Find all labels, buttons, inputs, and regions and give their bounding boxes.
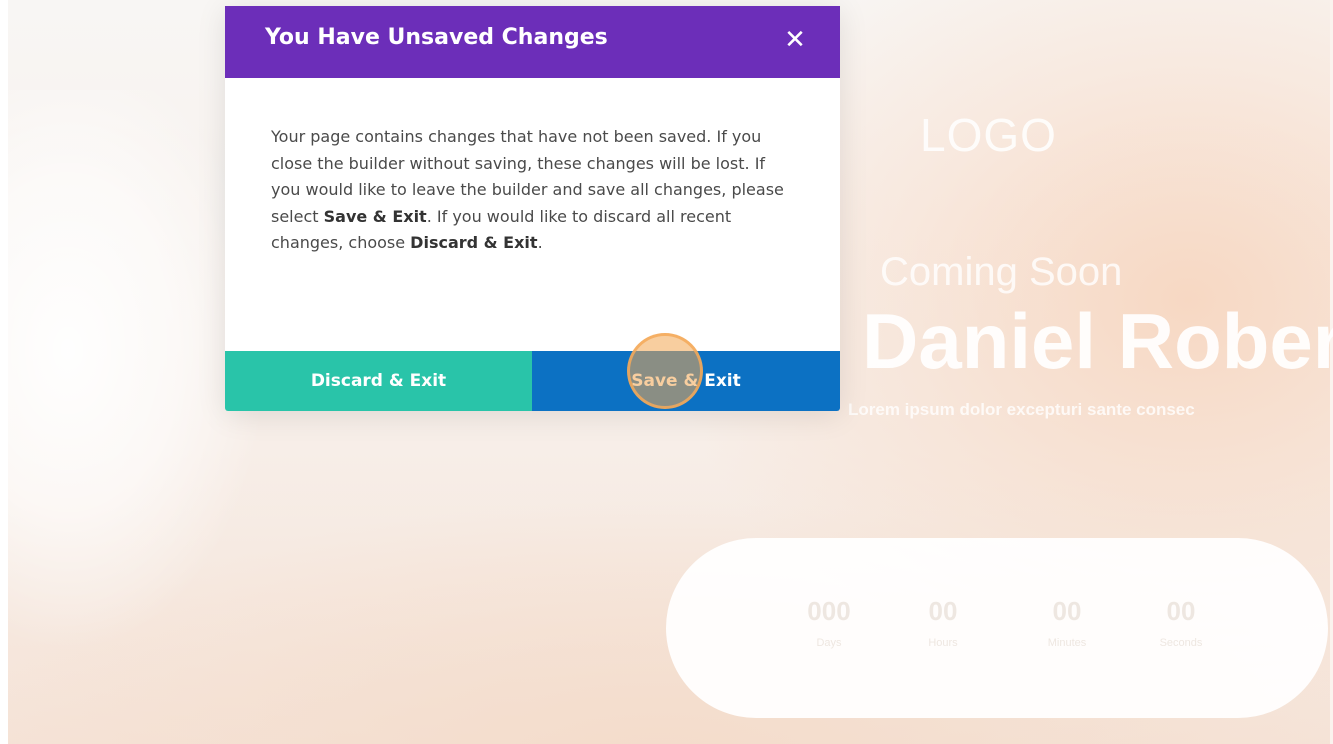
countdown-days: 000 Days [774, 596, 884, 649]
background-name-heading: Daniel Robert [862, 297, 1333, 385]
page-left-edge [0, 0, 8, 744]
countdown-days-label: Days [816, 637, 842, 649]
countdown-seconds-value: 00 [1166, 596, 1196, 626]
countdown-seconds-label: Seconds [1159, 637, 1203, 649]
countdown-minutes-label: Minutes [1047, 637, 1087, 649]
modal-message: Your page contains changes that have not… [271, 124, 791, 257]
close-icon[interactable]: ✕ [779, 22, 811, 58]
builder-screen: LOGO Coming Soon Daniel Robert Lorem ips… [0, 0, 1333, 744]
modal-header: You Have Unsaved Changes ✕ [225, 6, 840, 78]
unsaved-changes-modal: You Have Unsaved Changes ✕ Your page con… [225, 6, 840, 411]
discard-and-exit-button[interactable]: Discard & Exit [225, 351, 532, 411]
countdown-minutes-value: 00 [1052, 596, 1082, 626]
countdown-minutes: 00 Minutes [1012, 596, 1122, 649]
background-subtitle: Lorem ipsum dolor excepturi sante consec [848, 400, 1195, 419]
countdown-hours-label: Hours [928, 637, 958, 649]
background-coming-soon: Coming Soon [880, 250, 1123, 294]
message-end: . [537, 233, 543, 252]
modal-title: You Have Unsaved Changes [265, 25, 608, 50]
save-and-exit-button[interactable]: Save & Exit [532, 351, 840, 411]
message-save-reference: Save & Exit [323, 206, 427, 226]
countdown-seconds: 00 Seconds [1126, 596, 1236, 649]
countdown-days-value: 000 [807, 596, 851, 626]
countdown-hours-value: 00 [928, 596, 958, 626]
countdown-hours: 00 Hours [888, 596, 998, 649]
background-logo: LOGO [920, 109, 1057, 161]
message-discard-reference: Discard & Exit [410, 233, 538, 252]
modal-footer: Discard & Exit Save & Exit [225, 351, 840, 411]
countdown-timer: 000 Days 00 Hours 00 Minutes 00 Seconds [666, 538, 1328, 718]
